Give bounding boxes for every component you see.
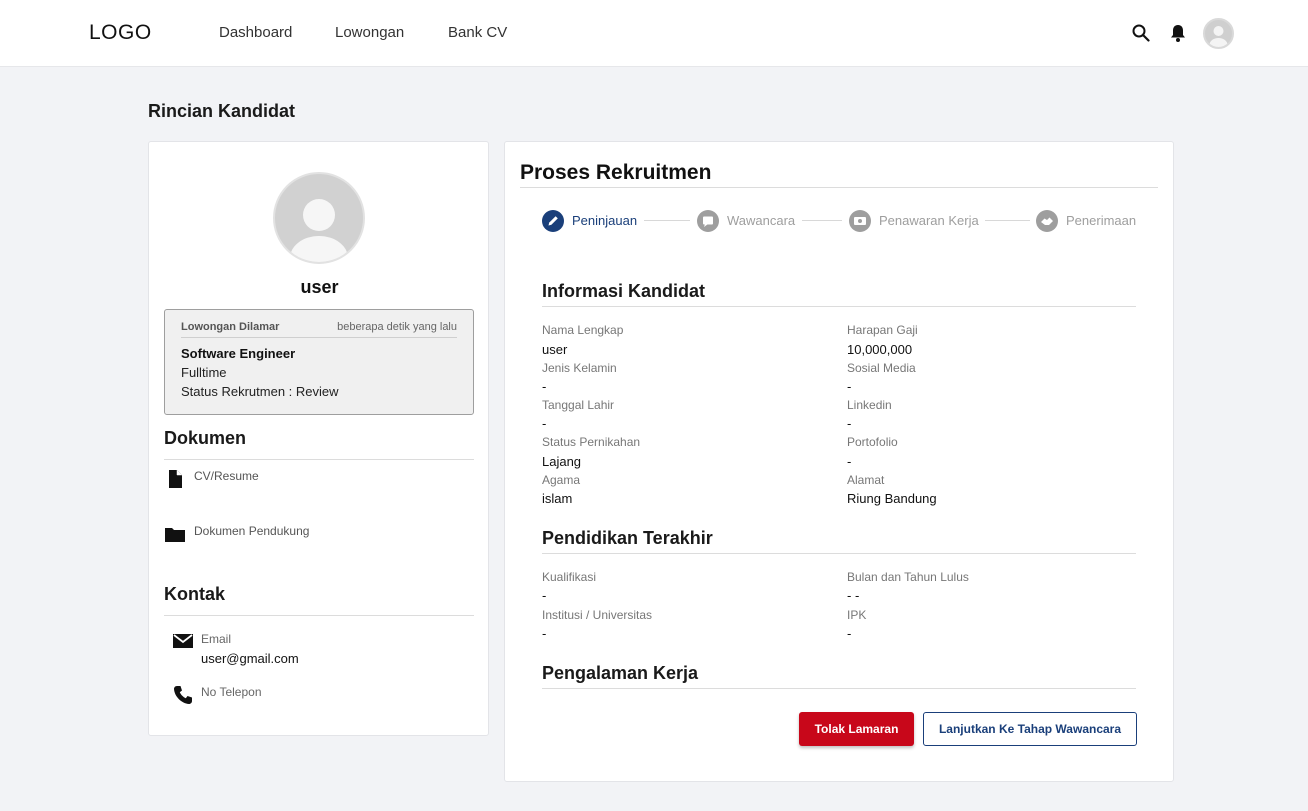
applied-time: beberapa detik yang lalu [337,321,457,333]
document-label: Dokumen Pendukung [194,524,310,538]
document-supporting[interactable]: Dokumen Pendukung [164,524,364,544]
field-label: Harapan Gaji [847,323,918,337]
user-placeholder-icon [1209,26,1228,47]
page-title: Rincian Kandidat [148,101,296,121]
documents-heading: Dokumen [164,428,247,448]
step-label: Penerimaan [1066,213,1137,228]
field-label: Nama Lengkap [542,323,624,337]
reject-button[interactable]: Tolak Lamaran [799,712,914,746]
recruitment-title: Proses Rekruitmen [520,161,712,184]
divider [164,615,474,616]
field-value: - - [847,588,860,603]
field-value: islam [542,491,573,506]
step-indicator [849,210,871,232]
phone-icon [174,686,192,704]
field-value: - [542,379,547,394]
field-value: - [542,416,547,431]
step-peninjauan[interactable]: Peninjauan [542,210,642,232]
field-value: - [542,626,547,641]
contact-heading: Kontak [164,584,226,604]
email-icon [173,634,193,648]
pencil-icon [548,216,558,226]
user-avatar[interactable] [1203,18,1234,49]
email-value[interactable]: user@gmail.com [201,651,299,666]
step-connector [802,220,842,221]
divider [542,688,1136,689]
step-indicator [1036,210,1058,232]
applied-job-box: Lowongan Dilamar beberapa detik yang lal… [164,309,474,415]
continue-interview-button[interactable]: Lanjutkan Ke Tahap Wawancara [923,712,1137,746]
document-label: CV/Resume [194,469,259,483]
field-value: - [847,454,852,469]
step-label: Penawaran Kerja [879,213,979,228]
field-value: - [847,379,852,394]
step-connector [644,220,690,221]
field-label: Sosial Media [847,361,916,375]
user-placeholder-icon [290,199,348,262]
field-label: IPK [847,608,867,622]
step-penerimaan[interactable]: Penerimaan [1036,210,1141,232]
field-value: Lajang [542,454,582,469]
divider [520,187,1158,188]
divider [542,306,1136,307]
nav-bank-cv[interactable]: Bank CV [448,24,507,41]
field-label: Bulan dan Tahun Lulus [847,570,969,584]
field-label: Linkedin [847,398,892,412]
chat-icon [703,216,713,227]
document-cv[interactable]: CV/Resume [164,469,364,489]
applied-heading: Lowongan Dilamar [181,321,280,333]
step-penawaran-kerja[interactable]: Penawaran Kerja [849,210,979,232]
folder-icon [165,528,185,542]
candidate-name: user [300,277,339,297]
field-value: - [847,416,852,431]
candidate-avatar [273,172,365,264]
step-connector [985,220,1030,221]
field-label: Agama [542,473,581,487]
field-label: Tanggal Lahir [542,398,615,412]
field-value: - [847,626,852,641]
divider [542,553,1136,554]
education-heading: Pendidikan Terakhir [542,528,713,548]
phone-label: No Telepon [201,685,262,699]
handshake-icon [1041,217,1053,225]
step-indicator [697,210,719,232]
divider [181,337,457,338]
money-icon [854,217,866,225]
file-icon [169,470,182,488]
email-label: Email [201,632,232,646]
step-label: Peninjauan [572,213,638,228]
divider [164,459,474,460]
candidate-info-heading: Informasi Kandidat [542,281,706,301]
applied-job-type: Fulltime [181,365,227,380]
experience-heading: Pengalaman Kerja [542,663,699,683]
bell-icon[interactable] [1169,23,1187,43]
step-label: Wawancara [727,213,796,228]
logo[interactable]: LOGO [89,21,152,45]
field-label: Alamat [847,473,885,487]
field-label: Jenis Kelamin [542,361,617,375]
field-value: Riung Bandung [847,491,937,506]
step-indicator [542,210,564,232]
field-value: 10,000,000 [847,342,913,357]
field-label: Kualifikasi [542,570,597,584]
top-navbar: LOGO Dashboard Lowongan Bank CV [0,0,1308,67]
recruitment-status: Status Rekrutmen : Review [181,384,339,399]
step-wawancara[interactable]: Wawancara [697,210,797,232]
field-value: user [542,342,568,357]
nav-lowongan[interactable]: Lowongan [335,24,404,41]
applied-job-title: Software Engineer [181,346,296,361]
nav-dashboard[interactable]: Dashboard [219,24,292,41]
field-label: Portofolio [847,435,898,449]
search-icon[interactable] [1131,23,1151,43]
recruitment-card: Proses Rekruitmen Peninjauan Wawancara P… [504,141,1174,782]
candidate-card: user Lowongan Dilamar beberapa detik yan… [148,141,489,736]
field-label: Institusi / Universitas [542,608,653,622]
field-value: - [542,588,547,603]
field-label: Status Pernikahan [542,435,641,449]
